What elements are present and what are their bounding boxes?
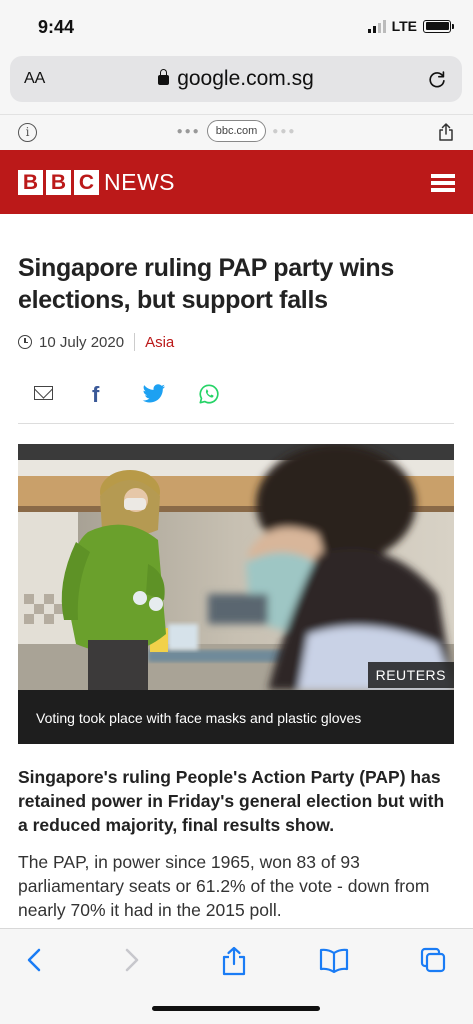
lock-icon [158, 69, 170, 85]
twitter-icon[interactable] [142, 384, 166, 404]
logo-block: B [46, 170, 71, 195]
dots-icon: ●●● [176, 125, 201, 137]
logo-block: C [74, 170, 99, 195]
home-indicator [152, 1006, 320, 1011]
share-icon[interactable] [437, 122, 455, 142]
address-area: AA google.com.sg [0, 54, 473, 114]
status-time: 9:44 [38, 17, 75, 37]
news-wordmark[interactable]: NEWS [104, 169, 175, 196]
article-intro: Singapore's ruling People's Action Party… [18, 767, 445, 835]
menu-icon[interactable] [431, 174, 455, 192]
bbc-logo[interactable]: B B C [18, 170, 99, 195]
logo-block: B [18, 170, 43, 195]
section-link[interactable]: Asia [145, 334, 174, 351]
facebook-icon[interactable]: f [92, 382, 99, 408]
email-icon[interactable] [34, 386, 53, 400]
amp-domain-pill[interactable]: bbc.com [206, 120, 267, 142]
image-caption: Voting took place with face masks and pl… [36, 710, 362, 726]
amp-domain-switcher[interactable]: ●●● bbc.com ●●● [0, 120, 473, 142]
amp-viewer-bar: i ●●● bbc.com ●●● [0, 114, 473, 150]
battery-icon [423, 19, 454, 33]
whatsapp-icon[interactable] [198, 383, 220, 405]
reload-icon[interactable] [426, 68, 448, 90]
network-label: LTE [391, 18, 417, 34]
meta-divider [134, 333, 136, 351]
article-headline: Singapore ruling PAP party wins election… [18, 254, 394, 314]
voting-photo [18, 444, 454, 690]
url-text: google.com.sg [177, 67, 314, 90]
address-bar[interactable]: AA google.com.sg [10, 56, 462, 102]
clock-icon [18, 335, 32, 349]
status-indicators: LTE [367, 18, 454, 34]
bookmarks-icon[interactable] [318, 945, 350, 975]
image-caption-bar: Voting took place with face masks and pl… [18, 690, 454, 744]
signal-icon [367, 19, 386, 33]
article-paragraph: The PAP, in power since 1965, won 83 of … [18, 852, 430, 920]
status-bar: 9:44 LTE [0, 0, 473, 54]
dots-icon: ●●● [272, 125, 297, 137]
url-field[interactable]: google.com.sg [10, 67, 462, 91]
share-tools: f [18, 382, 454, 424]
share-icon[interactable] [220, 945, 248, 977]
tabs-icon[interactable] [418, 945, 448, 975]
bbc-header: B B C NEWS [0, 150, 473, 214]
back-icon[interactable] [24, 945, 46, 975]
article-date: 10 July 2020 [39, 333, 125, 351]
forward-icon[interactable] [120, 945, 142, 975]
image-credit: REUTERS [367, 662, 454, 688]
article-image [18, 444, 454, 690]
article-meta: 10 July 2020 Asia [18, 333, 174, 351]
